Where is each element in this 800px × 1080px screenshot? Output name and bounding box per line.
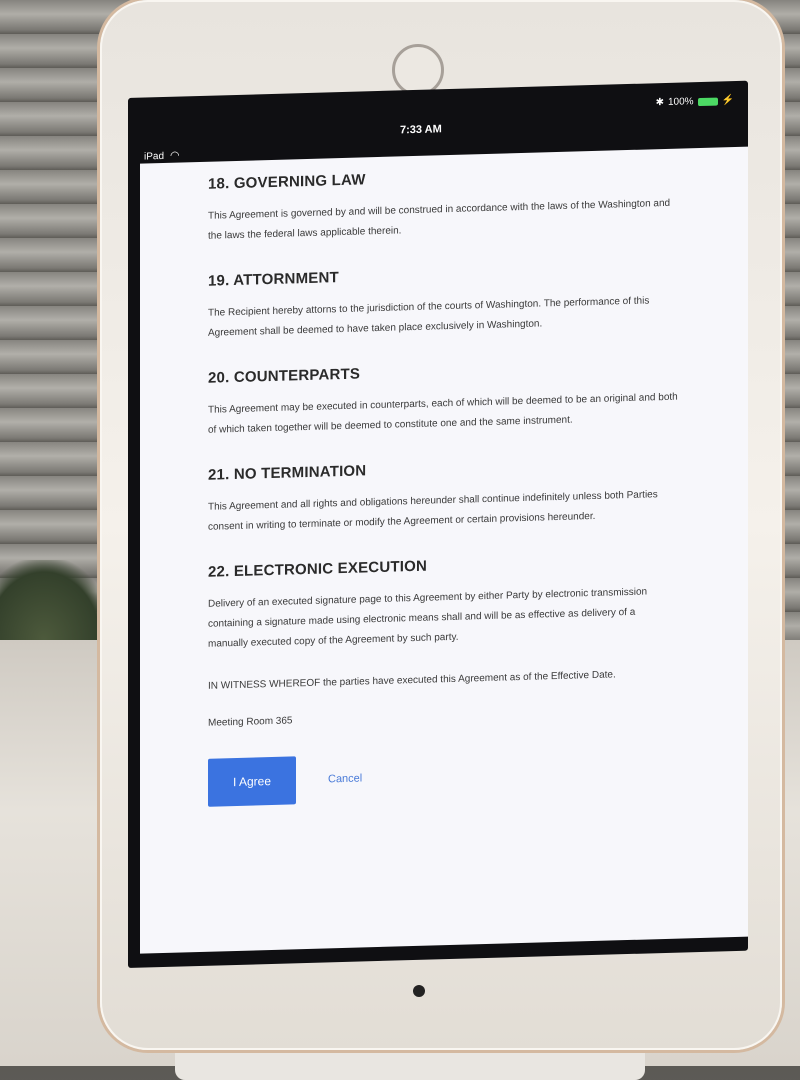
front-camera-dot	[413, 985, 425, 997]
section-title: 21. NO TERMINATION	[208, 462, 367, 484]
status-right: ✱ 100% ⚡	[656, 95, 734, 108]
charging-icon: ⚡	[721, 95, 734, 107]
section-body: The Recipient hereby attorns to the juri…	[208, 295, 650, 339]
action-row: I Agree Cancel	[208, 746, 678, 807]
witness-statement: IN WITNESS WHEREOF the parties have exec…	[208, 669, 616, 692]
section-title: 18. GOVERNING LAW	[208, 171, 366, 193]
device-label: iPad	[144, 150, 165, 163]
agreement-content: 18. GOVERNING LAW This Agreement is gove…	[208, 163, 678, 807]
bluetooth-icon: ✱	[655, 97, 664, 109]
agree-button[interactable]: I Agree	[208, 756, 296, 807]
section-body: This Agreement may be executed in counte…	[208, 391, 678, 436]
cancel-link[interactable]: Cancel	[328, 772, 362, 785]
section-body: Delivery of an executed signature page t…	[208, 586, 648, 650]
section-title: 22. ELECTRONIC EXECUTION	[208, 557, 427, 581]
status-time: 7:33 AM	[400, 123, 442, 137]
section-body: This Agreement and all rights and obliga…	[208, 489, 658, 533]
ipad-screen: iPad ◠ 7:33 AM ✱ 100% ⚡ 18. GOVERNING LA…	[128, 80, 748, 969]
battery-percent: 100%	[667, 96, 694, 108]
meeting-room-label: Meeting Room 365	[208, 715, 293, 729]
wifi-icon: ◠	[170, 149, 180, 162]
agreement-page: 18. GOVERNING LAW This Agreement is gove…	[140, 146, 748, 954]
section-body: This Agreement is governed by and will b…	[208, 197, 671, 242]
battery-icon	[697, 97, 718, 106]
home-button[interactable]	[392, 44, 444, 96]
section-title: 20. COUNTERPARTS	[208, 365, 361, 387]
section-title: 19. ATTORNMENT	[208, 269, 339, 290]
